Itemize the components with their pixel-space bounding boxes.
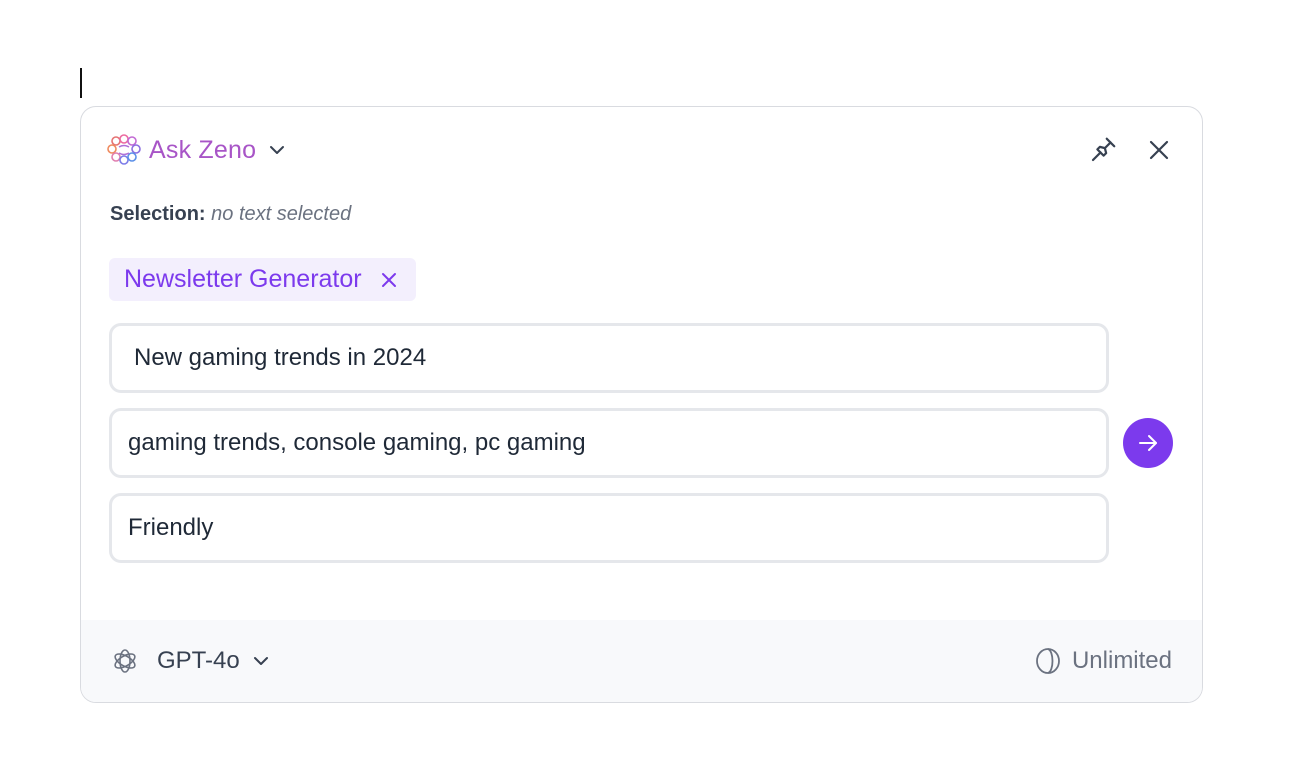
remove-template-icon[interactable] <box>378 269 400 291</box>
assistant-name: Ask Zeno <box>149 135 257 164</box>
header-actions <box>1086 133 1176 167</box>
tone-input[interactable] <box>109 493 1109 563</box>
model-name: GPT-4o <box>157 647 240 674</box>
close-button[interactable] <box>1142 133 1176 167</box>
brain-logo-icon <box>107 134 143 166</box>
chevron-down-icon <box>250 650 272 672</box>
topic-input[interactable] <box>109 323 1109 393</box>
arrow-right-icon <box>1136 431 1160 455</box>
assistant-selector[interactable]: Ask Zeno <box>107 134 288 166</box>
template-chip: Newsletter Generator <box>109 258 416 301</box>
chevron-down-icon <box>266 139 288 161</box>
pin-button[interactable] <box>1086 133 1120 167</box>
ask-zeno-panel: Ask Zeno Selection: no text selected New… <box>80 106 1203 703</box>
template-chip-label: Newsletter Generator <box>124 265 362 293</box>
keywords-input[interactable] <box>109 408 1109 478</box>
panel-header: Ask Zeno <box>107 133 1176 167</box>
selection-value: no text selected <box>211 203 352 225</box>
close-icon <box>1147 138 1171 162</box>
credits-text: Unlimited <box>1071 647 1172 674</box>
pin-icon <box>1088 135 1118 165</box>
coin-icon <box>1034 647 1062 675</box>
send-button[interactable] <box>1123 418 1173 468</box>
selection-label: Selection: <box>110 203 206 225</box>
openai-icon <box>111 647 139 675</box>
credits-indicator: Unlimited <box>1034 647 1172 675</box>
model-selector[interactable]: GPT-4o <box>111 647 272 675</box>
panel-footer: GPT-4o Unlimited <box>81 620 1202 702</box>
selection-status: Selection: no text selected <box>110 203 351 226</box>
text-cursor <box>80 68 82 98</box>
